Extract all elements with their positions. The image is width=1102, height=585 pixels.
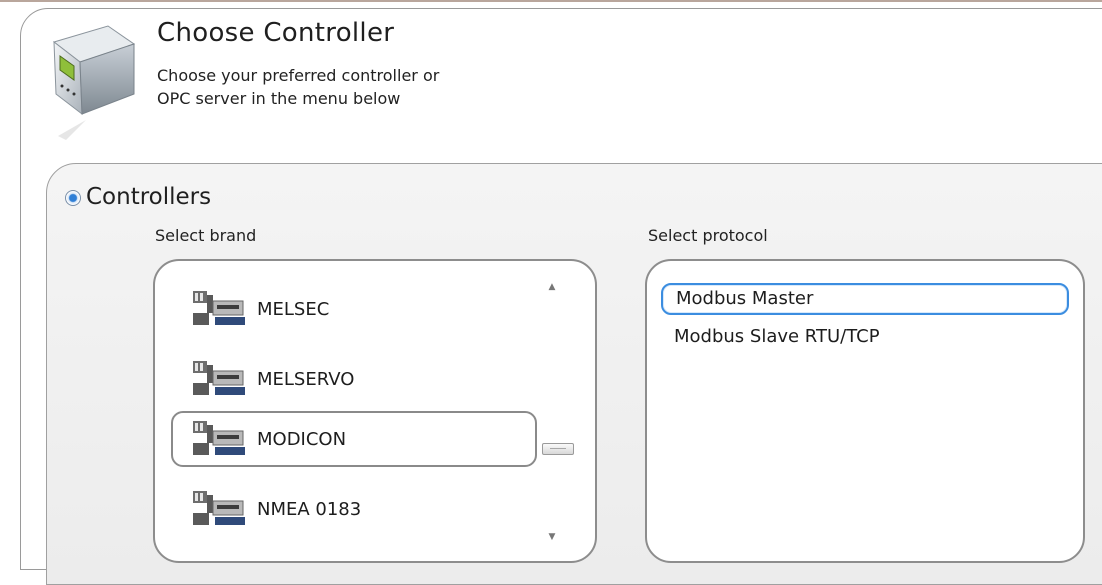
- brand-listbox[interactable]: MELSEC MELSERVO MODICON NMEA 0183 ▲ ▼: [153, 259, 597, 563]
- controllers-radio-label[interactable]: Controllers: [86, 184, 211, 210]
- page-subtitle: Choose your preferred controller or OPC …: [157, 64, 577, 110]
- brand-item-label: MODICON: [257, 428, 347, 450]
- brand-item-label: NMEA 0183: [257, 498, 362, 520]
- brand-item-melservo[interactable]: MELSERVO: [173, 353, 533, 405]
- protocol-item-modbus-master[interactable]: Modbus Master: [661, 283, 1069, 315]
- scroll-up-arrow-icon[interactable]: ▲: [541, 277, 563, 297]
- page-title: Choose Controller: [157, 18, 395, 48]
- window-top-edge: [0, 0, 1102, 2]
- controller-icon: [193, 421, 245, 455]
- controller-icon: [193, 491, 245, 525]
- scroll-thumb[interactable]: [542, 443, 574, 455]
- controllers-radio[interactable]: [65, 190, 81, 206]
- brand-item-nmea-0183[interactable]: NMEA 0183: [173, 483, 533, 535]
- protocol-item-modbus-slave[interactable]: Modbus Slave RTU/TCP: [661, 323, 1065, 351]
- protocol-listbox[interactable]: Modbus Master Modbus Slave RTU/TCP: [645, 259, 1085, 563]
- scroll-down-arrow-icon[interactable]: ▼: [541, 527, 563, 547]
- subtitle-line-1: Choose your preferred controller or: [157, 66, 440, 85]
- brand-item-melsec[interactable]: MELSEC: [173, 283, 533, 335]
- brand-scrollbar[interactable]: ▲ ▼: [541, 277, 574, 547]
- protocol-item-label: Modbus Slave RTU/TCP: [674, 326, 880, 347]
- brand-item-modicon[interactable]: MODICON: [171, 411, 537, 467]
- plc-device-icon: [52, 25, 136, 140]
- brand-item-label: MELSEC: [257, 298, 330, 320]
- protocol-item-label: Modbus Master: [676, 288, 814, 309]
- brand-list: MELSEC MELSERVO MODICON NMEA 0183: [155, 261, 540, 561]
- select-protocol-label: Select protocol: [648, 226, 768, 245]
- controller-icon: [193, 291, 245, 325]
- subtitle-line-2: OPC server in the menu below: [157, 89, 401, 108]
- select-brand-label: Select brand: [155, 226, 257, 245]
- controller-icon: [193, 361, 245, 395]
- brand-item-label: MELSERVO: [257, 368, 355, 390]
